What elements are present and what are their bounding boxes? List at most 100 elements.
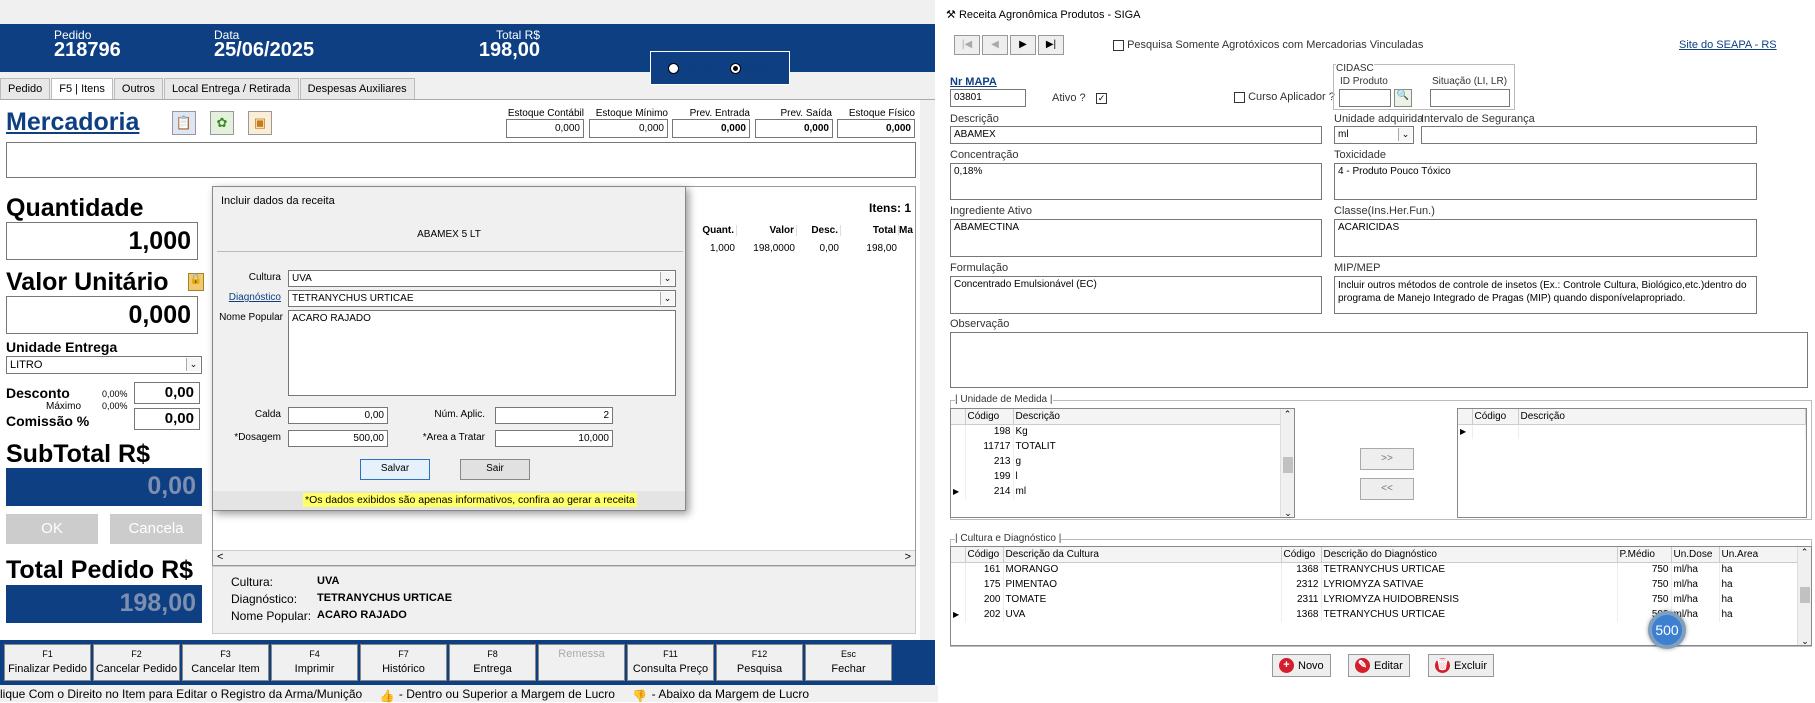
fkey-button[interactable]: F7 Histórico bbox=[360, 644, 447, 681]
search-id-icon[interactable]: 🔍 bbox=[1394, 89, 1412, 107]
editar-button[interactable]: ✎ Editar bbox=[1348, 654, 1410, 677]
intervalo-seguranca-input[interactable] bbox=[1421, 126, 1757, 144]
comissao-input[interactable]: 0,00 bbox=[134, 408, 200, 430]
fkey-button[interactable]: Esc Fechar bbox=[805, 644, 892, 681]
next-record-icon[interactable]: ▶ bbox=[1010, 35, 1036, 55]
col-un-dose: Un.Dose bbox=[1671, 547, 1720, 563]
site-seapa-link[interactable]: Site do SEAPA - RS bbox=[1679, 39, 1777, 51]
col-codigo: Código bbox=[1472, 409, 1519, 425]
dialog-area-input[interactable]: 10,000 bbox=[495, 430, 613, 447]
product-sheet-icon[interactable]: 📋 bbox=[172, 111, 196, 135]
box-icon[interactable]: ▣ bbox=[248, 111, 272, 135]
id-produto-input[interactable] bbox=[1339, 89, 1391, 107]
unidade-entrega-select[interactable]: LITRO ⌄ bbox=[6, 356, 202, 374]
mercadoria-link[interactable]: Mercadoria bbox=[6, 108, 139, 137]
scroll-thumb[interactable] bbox=[1283, 457, 1293, 473]
row-pointer-icon: ▶ bbox=[951, 607, 966, 622]
col-codigo: Código bbox=[965, 409, 1014, 425]
cancela-button[interactable]: Cancela bbox=[110, 514, 202, 544]
p-medio-edit-highlight[interactable]: 500 bbox=[1648, 611, 1686, 649]
scroll-down-icon[interactable]: ⌄ bbox=[1281, 508, 1294, 517]
tab-despesas[interactable]: Despesas Auxiliares bbox=[299, 78, 415, 99]
fkey-button[interactable]: F2 Cancelar Pedido bbox=[93, 644, 180, 681]
horizontal-scrollbar[interactable]: < > bbox=[213, 550, 915, 565]
tab-outros[interactable]: Outros bbox=[113, 78, 163, 99]
fkey-button[interactable]: F11 Consulta Preço bbox=[627, 644, 714, 681]
curso-aplicador-checkbox[interactable]: Curso Aplicador ? bbox=[1234, 91, 1335, 103]
table-row[interactable]: 213 g bbox=[951, 454, 1294, 469]
pesquisa-checkbox[interactable]: Pesquisa Somente Agrotóxicos com Mercado… bbox=[1113, 39, 1423, 51]
quantidade-input[interactable]: 1,000 bbox=[6, 222, 198, 260]
observacao-textarea[interactable] bbox=[950, 332, 1808, 388]
dialog-diagnostico-link[interactable]: Diagnóstico bbox=[221, 292, 281, 303]
dialog-dosagem-input[interactable]: 500,00 bbox=[288, 430, 388, 447]
dialog-nome-popular-textarea[interactable]: ACARO RAJADO bbox=[288, 310, 676, 396]
fkey-button[interactable]: F1 Finalizar Pedido bbox=[4, 644, 91, 681]
dialog-area-label: *Area a Tratar bbox=[422, 432, 485, 443]
tab-itens[interactable]: F5 | Itens bbox=[51, 78, 113, 99]
sair-button[interactable]: Sair bbox=[460, 459, 530, 480]
table-row[interactable]: ▶ bbox=[1458, 424, 1806, 439]
scroll-up-icon[interactable]: ⌃ bbox=[1281, 409, 1294, 420]
radio-saida[interactable]: Saída bbox=[729, 62, 772, 74]
cell-codigo-cultura: 175 bbox=[965, 577, 1004, 592]
lock-icon[interactable]: 🔒 bbox=[188, 273, 204, 291]
ingrediente-ativo-label: Ingrediente Ativo bbox=[950, 205, 1032, 217]
product-search-input[interactable] bbox=[6, 142, 916, 178]
scroll-up-icon[interactable]: ⌃ bbox=[1798, 547, 1811, 558]
unidade-adquirida-select[interactable]: ml ⌄ bbox=[1334, 126, 1414, 144]
ok-button[interactable]: OK bbox=[6, 514, 98, 544]
situacao-input[interactable] bbox=[1430, 89, 1510, 107]
table-row[interactable]: 1,000 198,0000 0,00 198,00 bbox=[689, 243, 899, 254]
desconto-input[interactable]: 0,00 bbox=[134, 382, 200, 404]
table-row[interactable]: 175 PIMENTAO 2312 LYRIOMYZA SATIVAE 750 ml/ha… bbox=[951, 577, 1811, 592]
scroll-right-icon[interactable]: > bbox=[905, 551, 911, 563]
nr-mapa-input[interactable]: 03801 bbox=[950, 89, 1026, 107]
descricao-input[interactable]: ABAMEX bbox=[950, 126, 1322, 144]
first-record-icon[interactable]: |◀ bbox=[954, 35, 980, 55]
fkey-button[interactable]: F12 Pesquisa bbox=[716, 644, 803, 681]
vertical-scrollbar[interactable]: ⌃ ⌄ bbox=[1280, 409, 1294, 517]
table-row[interactable]: 11717 TOTALIT bbox=[951, 439, 1294, 454]
radio-entrada[interactable]: Entrada bbox=[668, 62, 720, 74]
info-cultura-label: Cultura: bbox=[231, 575, 274, 589]
dialog-num-aplic-input[interactable]: 2 bbox=[495, 407, 613, 424]
nr-mapa-link[interactable]: Nr MAPA bbox=[950, 76, 997, 88]
dialog-calda-input[interactable]: 0,00 bbox=[288, 407, 388, 424]
fkey-button[interactable]: F3 Cancelar Item bbox=[182, 644, 269, 681]
scroll-thumb[interactable] bbox=[1800, 587, 1810, 603]
tab-local-entrega[interactable]: Local Entrega / Retirada bbox=[163, 78, 299, 99]
novo-button[interactable]: + Novo bbox=[1272, 654, 1331, 677]
concentracao-input[interactable]: 0,18% bbox=[950, 163, 1322, 200]
scroll-left-icon[interactable]: < bbox=[217, 551, 223, 563]
table-row[interactable]: 161 MORANGO 1368 TETRANYCHUS URTICAE 750 ml/h… bbox=[951, 562, 1811, 577]
fkey-button[interactable]: F8 Entrega bbox=[449, 644, 536, 681]
toxicidade-input[interactable]: 4 - Produto Pouco Tóxico bbox=[1334, 163, 1757, 200]
dialog-cultura-select[interactable]: UVA ⌄ bbox=[288, 270, 676, 287]
cell-codigo-diagnostico: 1368 bbox=[1281, 607, 1322, 622]
valor-unitario-input[interactable]: 0,000 bbox=[6, 296, 198, 334]
ingrediente-ativo-input[interactable]: ABAMECTINA bbox=[950, 219, 1322, 257]
info-nome-popular-label: Nome Popular: bbox=[231, 609, 312, 623]
add-unit-button[interactable]: >> bbox=[1360, 448, 1414, 470]
mip-input[interactable]: Incluir outros métodos de controle de in… bbox=[1334, 276, 1757, 314]
dialog-diagnostico-select[interactable]: TETRANYCHUS URTICAE ⌄ bbox=[288, 290, 676, 307]
scroll-down-icon[interactable]: ⌄ bbox=[1798, 636, 1811, 645]
ativo-checkbox[interactable]: ✓ bbox=[1096, 92, 1107, 104]
prev-record-icon[interactable]: ◀ bbox=[982, 35, 1008, 55]
tab-pedido[interactable]: Pedido bbox=[0, 78, 51, 99]
remove-unit-button[interactable]: << bbox=[1360, 478, 1414, 500]
table-row[interactable]: 199 l bbox=[951, 469, 1294, 484]
last-record-icon[interactable]: ▶| bbox=[1038, 35, 1064, 55]
leaf-icon[interactable]: ✿ bbox=[210, 111, 234, 135]
fkey-button[interactable]: F4 Imprimir bbox=[271, 644, 358, 681]
salvar-button[interactable]: Salvar bbox=[360, 459, 430, 480]
formulacao-input[interactable]: Concentrado Emulsionável (EC) bbox=[950, 276, 1322, 314]
classe-input[interactable]: ACARICIDAS bbox=[1334, 219, 1757, 257]
fkey-button[interactable]: Remessa bbox=[538, 644, 625, 681]
table-row[interactable]: 200 TOMATE 2311 LYRIOMYZA HUIDOBRENSIS 750 ml… bbox=[951, 592, 1811, 607]
table-row[interactable]: ▶ 214 ml bbox=[951, 484, 1294, 499]
table-row[interactable]: 198 Kg bbox=[951, 424, 1294, 439]
excluir-button[interactable]: 🗑 Excluir bbox=[1428, 654, 1495, 677]
vertical-scrollbar[interactable]: ⌃ ⌄ bbox=[1797, 547, 1811, 645]
